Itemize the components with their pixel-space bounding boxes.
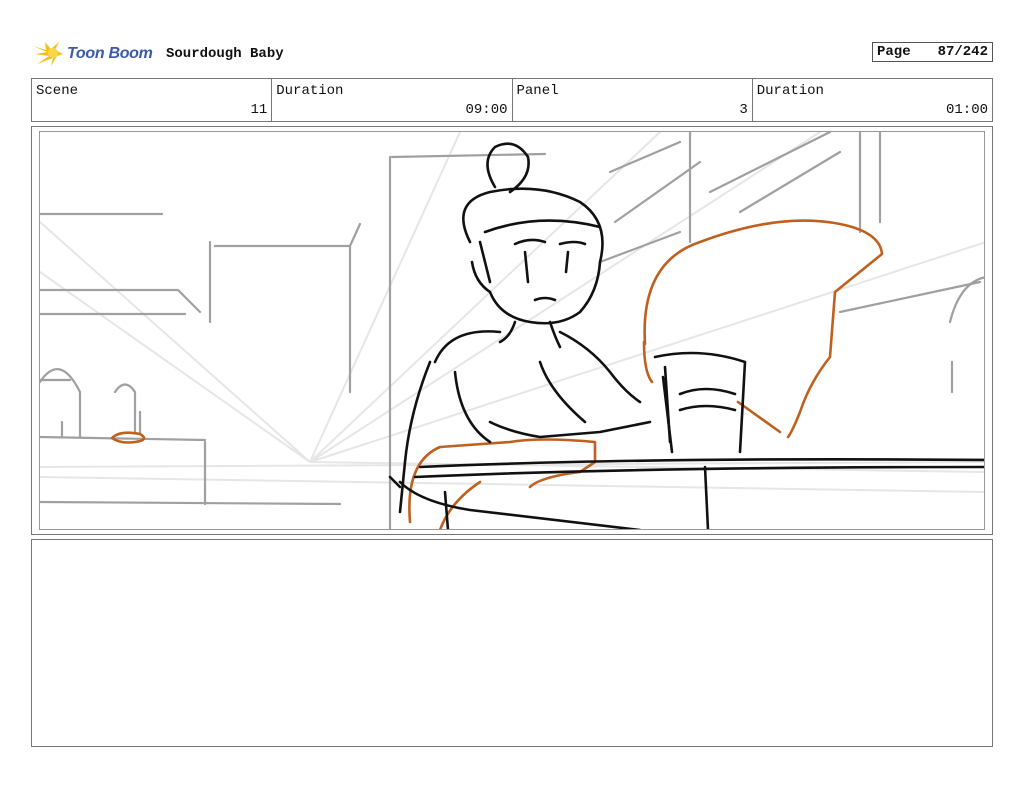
scene-duration-label: Duration <box>276 83 344 99</box>
scene-duration-value: 09:00 <box>465 102 508 118</box>
storyboard-sketch <box>40 132 984 529</box>
panel-frame <box>31 126 993 535</box>
scene-duration-cell: Duration 09:00 <box>272 79 513 121</box>
project-title: Sourdough Baby <box>166 46 284 62</box>
scene-label: Scene <box>36 83 79 99</box>
toon-boom-logo: Toon Boom <box>31 40 153 68</box>
panel-info-row: Scene 11 Duration 09:00 Panel 3 Duration… <box>31 78 993 122</box>
character-sketch <box>388 142 984 529</box>
burst-icon <box>33 42 63 66</box>
panel-notes-area[interactable] <box>31 539 993 747</box>
storyboard-header: Toon Boom Sourdough Baby Page 87/242 <box>31 40 993 68</box>
scene-value: 11 <box>250 102 268 118</box>
logo-text: Toon Boom <box>67 45 153 62</box>
page-label: Page <box>877 44 911 60</box>
page-indicator: Page 87/242 <box>872 42 993 62</box>
panel-duration-value: 01:00 <box>945 102 988 118</box>
scene-cell: Scene 11 <box>32 79 273 121</box>
panel-duration-label: Duration <box>756 83 824 99</box>
panel-label: Panel <box>516 83 559 99</box>
page-number: 87/242 <box>937 44 988 60</box>
panel-value: 3 <box>739 102 748 118</box>
panel-duration-cell: Duration 01:00 <box>753 79 992 121</box>
panel-image <box>39 131 985 530</box>
panel-cell: Panel 3 <box>513 79 753 121</box>
